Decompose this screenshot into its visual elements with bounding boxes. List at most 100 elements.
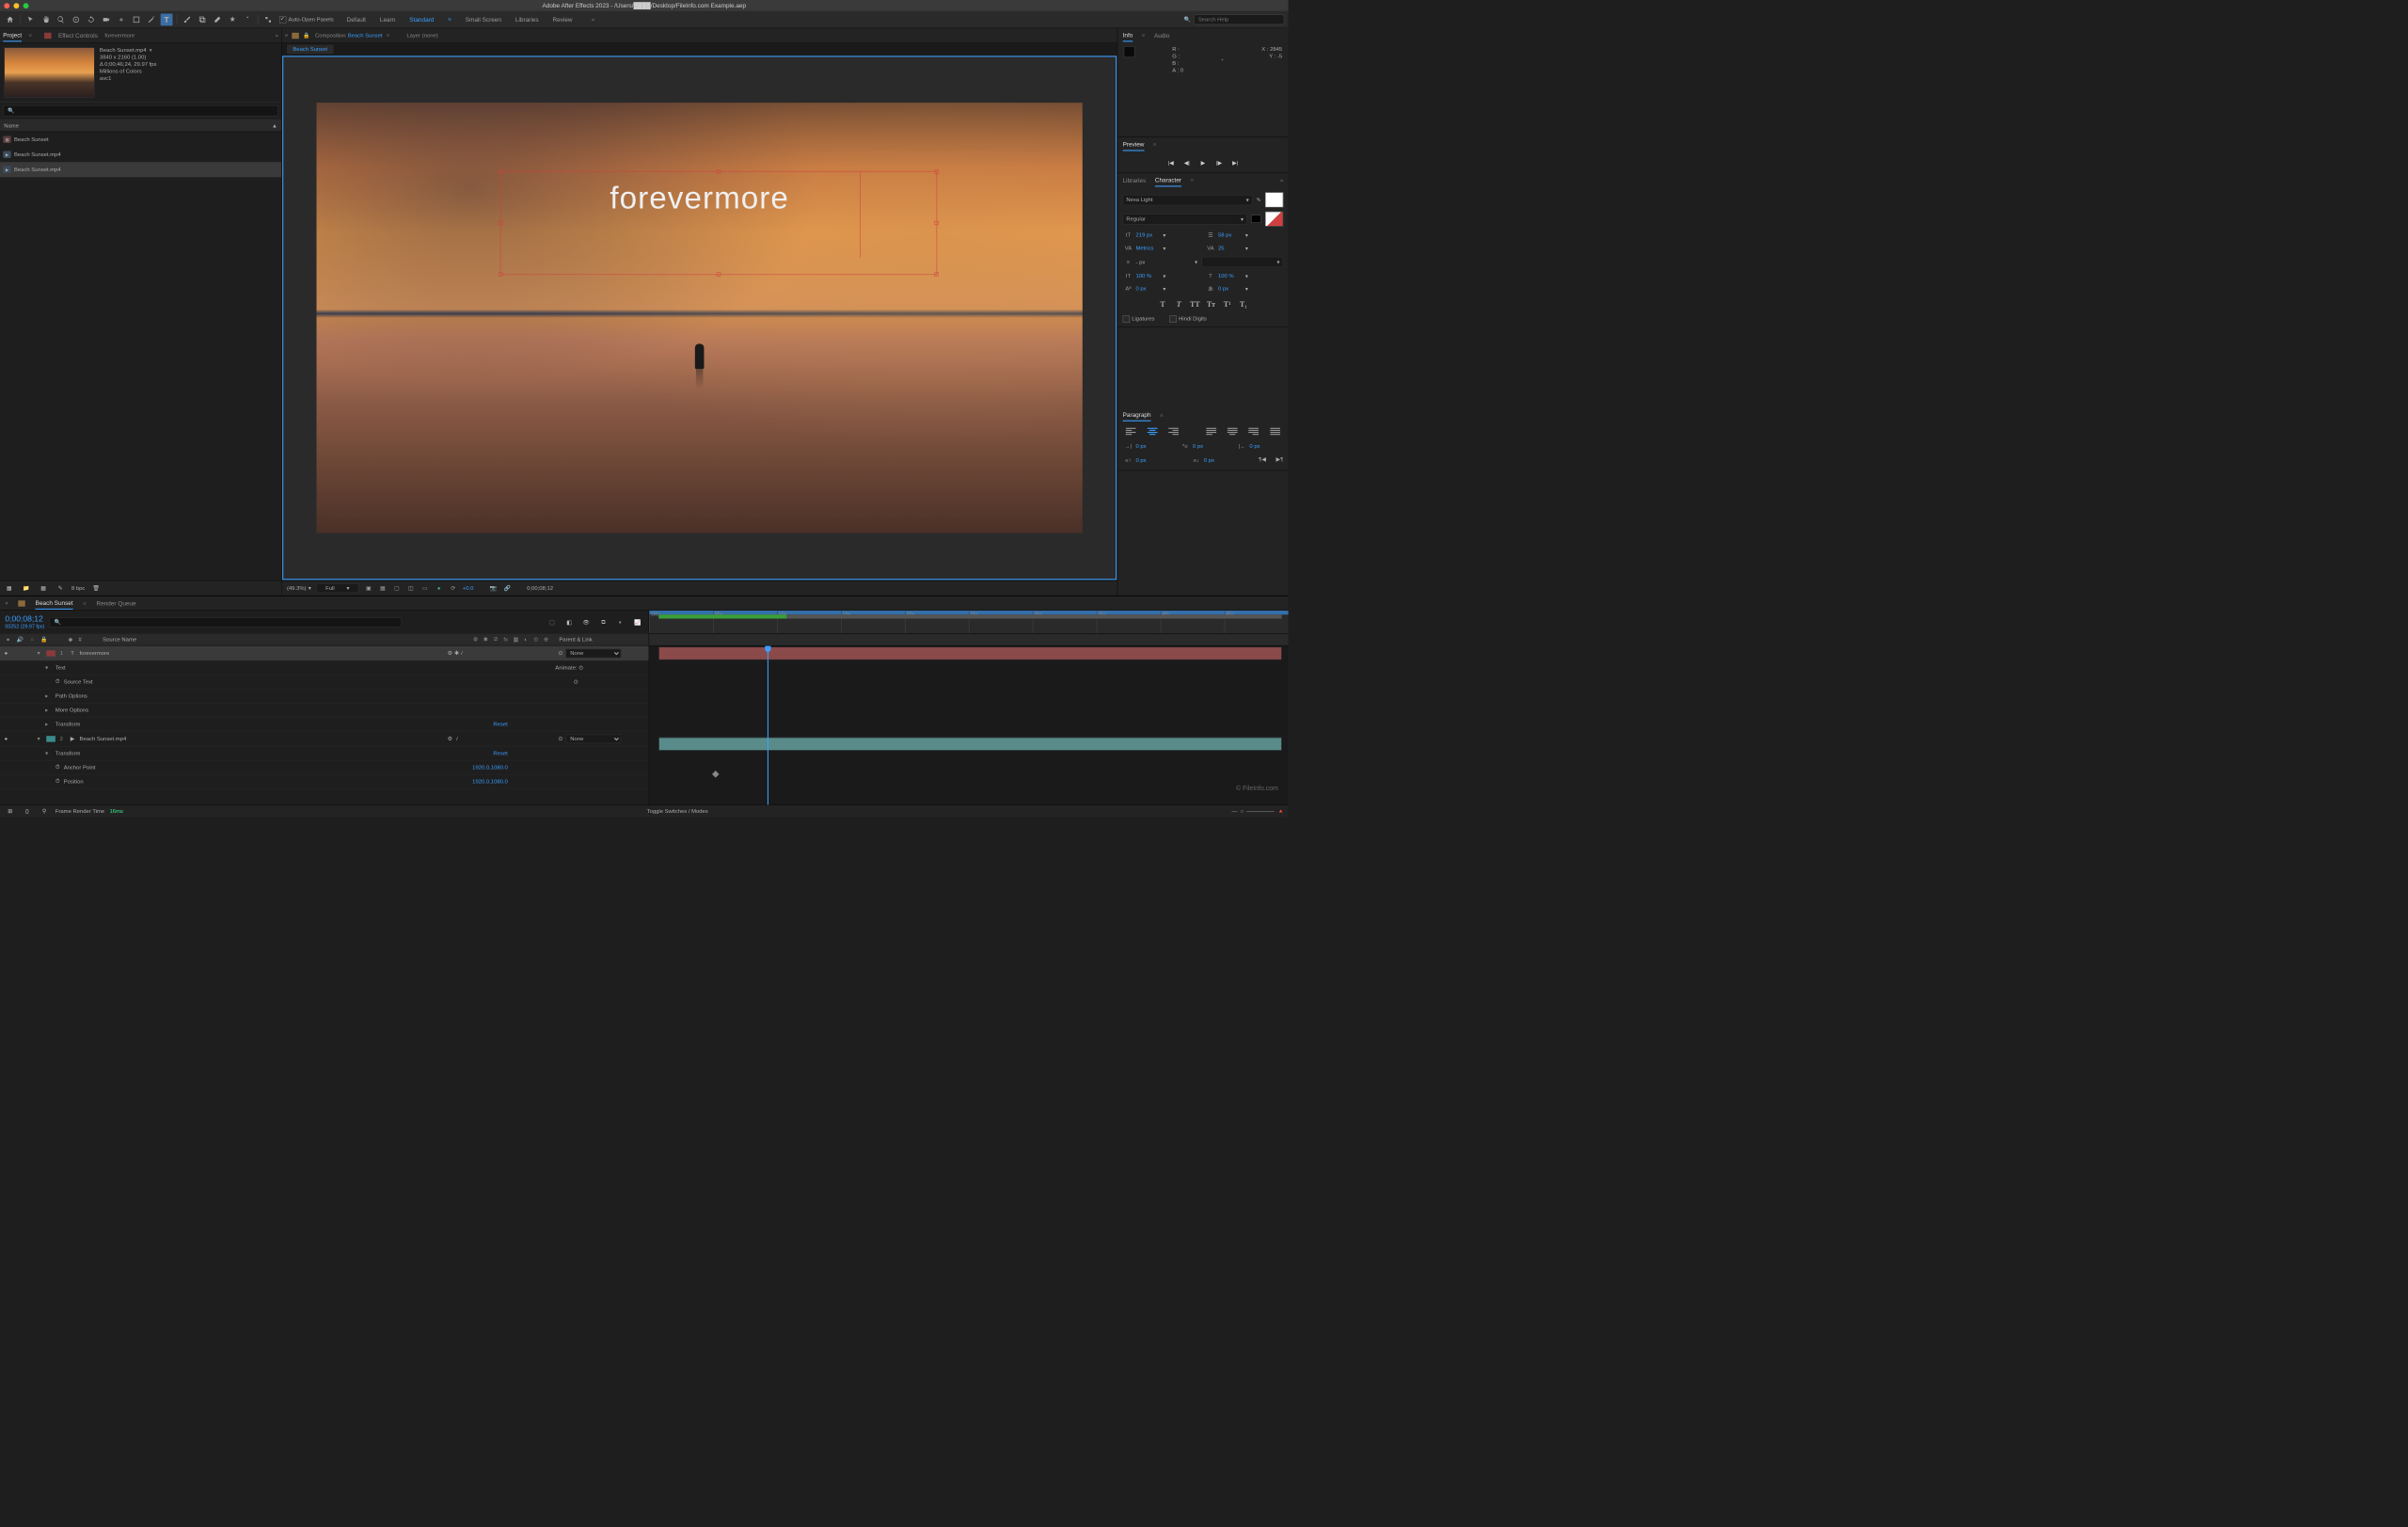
justify-all-icon[interactable] <box>1270 428 1280 437</box>
layer-label-color[interactable] <box>46 650 55 656</box>
comp-mini-flowchart[interactable]: ⬚ <box>546 616 558 628</box>
maximize-window[interactable] <box>24 3 29 8</box>
draft-3d-icon[interactable]: ◧ <box>563 616 576 628</box>
tl-tab-comp[interactable]: Beach Sunset <box>36 597 73 610</box>
trash-icon[interactable]: 🗑 <box>90 582 103 595</box>
zoom-tool[interactable] <box>55 13 67 25</box>
folder-icon[interactable]: 📁 <box>20 582 32 595</box>
reset-link[interactable]: Reset <box>493 750 507 756</box>
space-before-value[interactable]: 0 px <box>1135 457 1161 463</box>
shy-icon[interactable]: 👁 <box>580 616 593 628</box>
bpc-button[interactable]: 8 bpc <box>71 585 85 591</box>
puppet-tool[interactable] <box>242 13 254 25</box>
indent-right-value[interactable]: 0 px <box>1249 443 1275 449</box>
project-search-input[interactable] <box>3 105 278 117</box>
roto-tool[interactable] <box>227 13 239 25</box>
path-options-property[interactable]: ▸Path Options <box>0 689 649 703</box>
col-name[interactable]: Name <box>4 122 19 128</box>
comp-name-tab[interactable]: Beach Sunset <box>348 33 383 39</box>
stopwatch-icon[interactable]: ⏱ <box>55 764 60 771</box>
visibility-toggle[interactable]: ● <box>0 736 12 741</box>
project-item-comp[interactable]: ▦ Beach Sunset <box>0 132 281 147</box>
justify-right-icon[interactable] <box>1249 428 1259 437</box>
minimize-window[interactable] <box>13 3 19 8</box>
audio-col-icon[interactable]: 🔊 <box>16 635 24 644</box>
play-icon[interactable]: ▶ <box>1198 158 1208 167</box>
zoom-slider[interactable]: ○ <box>1241 808 1244 814</box>
align-left-icon[interactable] <box>1126 428 1136 437</box>
snap-icon[interactable] <box>262 13 275 25</box>
keyframe[interactable] <box>712 771 720 778</box>
search-help-input[interactable] <box>1194 14 1284 24</box>
type-tool[interactable] <box>161 13 173 25</box>
text-direction-rtl[interactable]: ▶¶ <box>1276 456 1284 466</box>
timeline-timecode[interactable]: 0;00;08;12 <box>5 615 44 625</box>
eye-col-icon[interactable]: ● <box>4 635 12 644</box>
tracking-value[interactable]: 25 <box>1218 246 1244 251</box>
hindi-checkbox[interactable] <box>1169 315 1176 322</box>
show-snapshot-icon[interactable]: 🔗 <box>502 583 512 593</box>
home-icon[interactable] <box>4 13 16 25</box>
ligatures-checkbox[interactable] <box>1123 315 1130 322</box>
last-frame-icon[interactable]: ▶| <box>1230 158 1240 167</box>
zoom-dropdown[interactable]: (49.3%) ▾ <box>287 585 311 592</box>
font-weight-select[interactable]: Regular▾ <box>1123 214 1247 224</box>
prev-frame-icon[interactable]: ◀| <box>1182 158 1192 167</box>
solo-col-icon[interactable]: ○ <box>28 635 37 644</box>
pickwhip-icon[interactable]: ⊙ <box>558 650 562 657</box>
visibility-toggle[interactable]: ● <box>0 650 12 656</box>
first-frame-icon[interactable]: |◀ <box>1166 158 1176 167</box>
timeline-tracks[interactable] <box>649 645 1288 804</box>
subscript-button[interactable]: T₁ <box>1238 299 1249 310</box>
pan-behind-tool[interactable] <box>116 13 128 25</box>
layer-name[interactable]: forevermore <box>77 650 447 656</box>
mask-icon[interactable]: ▢ <box>392 583 402 593</box>
tl-bone-icon[interactable]: ⚲ <box>39 805 51 818</box>
ws-libraries[interactable]: Libraries <box>515 16 539 23</box>
panel-overflow[interactable]: » <box>276 33 278 39</box>
tab-audio[interactable]: Audio <box>1154 30 1169 41</box>
smallcaps-button[interactable]: Tᴛ <box>1206 299 1217 310</box>
text-bounding-box[interactable] <box>500 171 937 275</box>
position-value[interactable]: 1920.0,1080.0 <box>472 778 508 784</box>
view-icon[interactable]: ▭ <box>420 583 430 593</box>
camera-tool[interactable] <box>100 13 112 25</box>
tab-project[interactable]: Project <box>3 29 22 41</box>
label-col-icon[interactable]: ◆ <box>67 635 75 644</box>
orbit-tool[interactable] <box>70 13 82 25</box>
leading-value[interactable]: 58 px <box>1218 232 1244 238</box>
track-bar-text[interactable] <box>658 646 1281 660</box>
selection-tool[interactable] <box>24 13 37 25</box>
tab-effect-controls[interactable]: Effect Controls <box>58 30 98 41</box>
anchor-point-property[interactable]: ⏱Anchor Point 1920.0,1080.0 <box>0 760 649 774</box>
new-comp-icon[interactable]: ▦ <box>38 582 50 595</box>
resolution-dropdown[interactable]: Full ▾ <box>316 583 359 593</box>
text-direction-ltr[interactable]: ¶◀ <box>1259 456 1266 466</box>
color-mgmt-icon[interactable]: ● <box>435 583 444 593</box>
stroke-width-value[interactable]: - px <box>1135 259 1145 264</box>
project-item-footage[interactable]: ▶ Beach Sunset.mp4 <box>0 162 281 177</box>
transparency-icon[interactable]: ▦ <box>378 583 388 593</box>
anchor-value[interactable]: 1920.0,1080.0 <box>472 764 508 770</box>
tab-character[interactable]: Character <box>1155 175 1181 187</box>
3d-icon[interactable]: ◫ <box>406 583 416 593</box>
eyedropper-icon[interactable]: ✎ <box>1257 197 1261 203</box>
adjust-icon[interactable]: ✎ <box>55 582 67 595</box>
track-bar-video[interactable] <box>658 738 1281 751</box>
position-property[interactable]: ⏱Position 1920.0,1080.0 <box>0 774 649 788</box>
indent-left-value[interactable]: 0 px <box>1135 443 1161 449</box>
stroke-swatch[interactable] <box>1251 215 1261 223</box>
justify-center-icon[interactable] <box>1228 428 1238 437</box>
vscale-value[interactable]: 100 % <box>1135 273 1161 278</box>
next-frame-icon[interactable]: |▶ <box>1214 158 1224 167</box>
more-options-property[interactable]: ▸More Options <box>0 703 649 717</box>
tab-libraries[interactable]: Libraries <box>1123 175 1147 186</box>
col-source-header[interactable]: Source Name <box>103 637 136 643</box>
expression-pickwhip[interactable]: ⊙ <box>574 678 578 685</box>
superscript-button[interactable]: T¹ <box>1222 299 1233 310</box>
shape-tool[interactable] <box>131 13 143 25</box>
col-type-icon[interactable]: ▲ <box>272 122 277 128</box>
transform-property[interactable]: ▸Transform Reset <box>0 717 649 731</box>
parent-select[interactable]: None <box>565 648 621 658</box>
exposure-value[interactable]: +0.0 <box>463 585 474 591</box>
